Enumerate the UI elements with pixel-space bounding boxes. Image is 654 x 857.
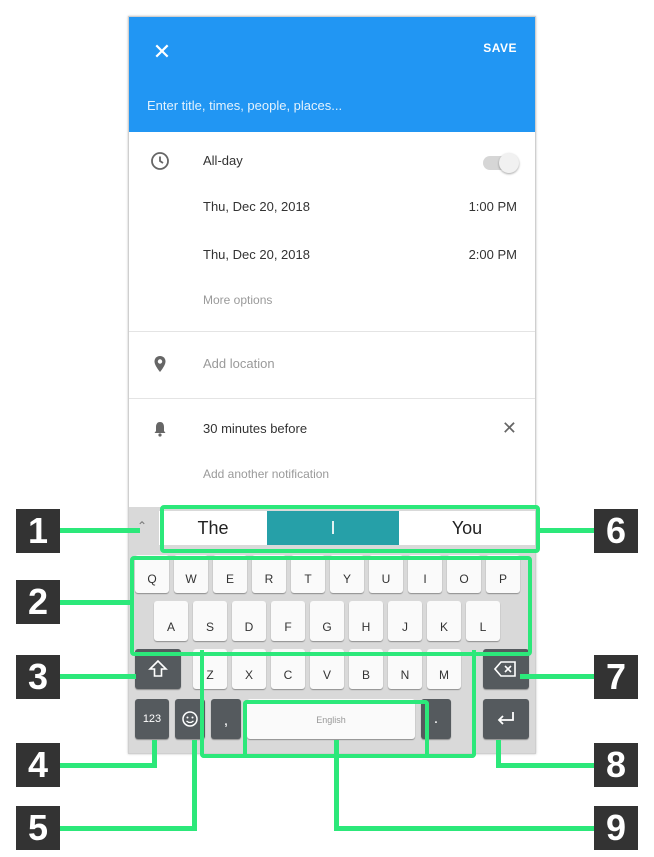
add-notification-row[interactable]: Add another notification: [129, 463, 535, 487]
enter-icon: [497, 712, 514, 725]
more-options-row[interactable]: More options: [129, 289, 535, 315]
suggestion-highlight-box: [160, 505, 540, 553]
backspace-icon: [493, 661, 516, 677]
more-options-link[interactable]: More options: [203, 293, 272, 307]
callout-line-7: [520, 674, 594, 679]
app-bar: ✕ SAVE: [129, 17, 535, 132]
close-icon[interactable]: ✕: [149, 39, 175, 65]
location-row[interactable]: Add location: [129, 350, 535, 380]
all-day-row[interactable]: All-day: [129, 147, 535, 187]
numbers-key[interactable]: 123: [135, 699, 169, 739]
callout-line-3: [60, 674, 136, 679]
callout-line-8: [496, 763, 594, 768]
manual-figure: ✕ SAVE All-day Thu, Dec 20, 2018 1:00 PM…: [0, 0, 654, 857]
callout-line-5v: [192, 740, 197, 831]
divider: [129, 331, 535, 332]
event-title-input[interactable]: [147, 93, 517, 117]
all-day-toggle[interactable]: [483, 153, 519, 173]
keys-highlight-box: [130, 556, 532, 656]
toggle-knob: [499, 153, 519, 173]
callout-line-9v: [334, 740, 339, 831]
callout-line-2: [60, 600, 132, 605]
start-row[interactable]: Thu, Dec 20, 2018 1:00 PM: [129, 192, 535, 222]
end-time[interactable]: 2:00 PM: [469, 247, 517, 262]
save-button[interactable]: SAVE: [483, 41, 517, 55]
callout-number: 1: [16, 509, 60, 553]
end-row[interactable]: Thu, Dec 20, 2018 2:00 PM: [129, 240, 535, 270]
emoji-icon: [182, 711, 198, 727]
callout-number: 3: [16, 655, 60, 699]
start-time[interactable]: 1:00 PM: [469, 199, 517, 214]
notification-row[interactable]: 30 minutes before ✕: [129, 415, 535, 445]
callout-line-4v: [152, 740, 157, 768]
add-notification-link[interactable]: Add another notification: [203, 467, 329, 481]
end-date[interactable]: Thu, Dec 20, 2018: [203, 247, 310, 262]
callout-number: 5: [16, 806, 60, 850]
callout-line-1: [60, 528, 140, 533]
callout-number: 6: [594, 509, 638, 553]
callout-line-9: [334, 826, 594, 831]
divider: [129, 398, 535, 399]
enter-key[interactable]: [483, 699, 529, 739]
callout-line-5: [60, 826, 196, 831]
callout-number: 9: [594, 806, 638, 850]
location-pin-icon: [154, 356, 166, 372]
callout-number: 2: [16, 580, 60, 624]
remove-notification-icon[interactable]: ✕: [502, 418, 517, 439]
callout-number: 7: [594, 655, 638, 699]
callout-line-6: [536, 528, 594, 533]
clock-icon: [151, 152, 169, 170]
bell-icon: [154, 422, 166, 437]
callout-number: 8: [594, 743, 638, 787]
all-day-label: All-day: [203, 153, 243, 168]
callout-line-8v: [496, 740, 501, 768]
shift-icon: [148, 659, 168, 677]
notification-label: 30 minutes before: [203, 421, 308, 436]
add-location-field[interactable]: Add location: [203, 356, 275, 371]
callout-number: 4: [16, 743, 60, 787]
callout-line-4: [60, 763, 156, 768]
start-date[interactable]: Thu, Dec 20, 2018: [203, 199, 310, 214]
